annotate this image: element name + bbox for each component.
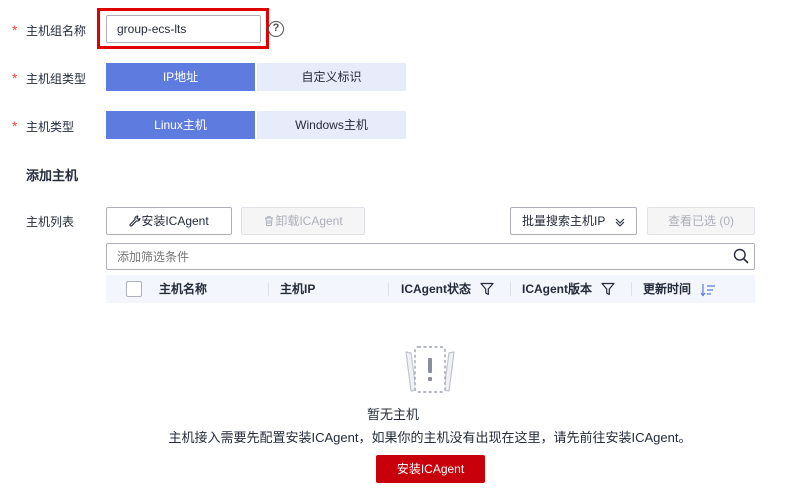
- batch-search-label: 批量搜索主机IP: [522, 214, 606, 228]
- host-type-label: 主机类型: [26, 120, 75, 134]
- uninstall-icagent-label: 卸载ICAgent: [275, 214, 343, 228]
- column-divider: [510, 282, 511, 296]
- host-list-label: 主机列表: [26, 215, 75, 229]
- segment-ip-address[interactable]: IP地址: [106, 63, 255, 91]
- uninstall-icagent-button[interactable]: 卸载ICAgent: [241, 207, 365, 235]
- add-host-title: 添加主机: [26, 168, 79, 183]
- empty-state-title: 暂无主机: [366, 407, 419, 422]
- column-host-name: 主机名称: [159, 282, 208, 296]
- select-all-checkbox[interactable]: [126, 281, 142, 297]
- segment-custom-identifier[interactable]: 自定义标识: [257, 63, 406, 91]
- install-icagent-button[interactable]: 安装ICAgent: [106, 207, 232, 235]
- empty-box-icon: [405, 346, 455, 393]
- required-mark: *: [12, 70, 18, 86]
- search-icon[interactable]: [733, 248, 749, 264]
- column-update-time: 更新时间: [643, 282, 692, 296]
- column-divider: [631, 282, 632, 296]
- column-divider: [388, 282, 389, 296]
- batch-search-host-ip-dropdown[interactable]: 批量搜索主机IP: [510, 207, 637, 235]
- column-icagent-version: ICAgent版本: [522, 282, 592, 296]
- empty-state-message: 主机接入需要先配置安装ICAgent，如果你的主机没有出现在这里，请先前往安装I…: [168, 430, 692, 445]
- filter-icon[interactable]: [601, 282, 615, 296]
- required-mark: *: [12, 118, 18, 134]
- filter-input[interactable]: [106, 243, 755, 270]
- segment-linux-host[interactable]: Linux主机: [106, 111, 255, 139]
- help-icon[interactable]: ?: [268, 21, 284, 37]
- view-selected-button[interactable]: 查看已选 (0): [647, 207, 755, 235]
- chevron-down-icon: [615, 218, 625, 227]
- filter-icon[interactable]: [480, 282, 494, 296]
- trash-icon: [265, 216, 274, 226]
- column-host-ip: 主机IP: [280, 282, 316, 296]
- host-group-name-input[interactable]: [106, 15, 261, 43]
- table-header: 主机名称 主机IP ICAgent状态 ICAgent版本 更新时间: [106, 275, 755, 303]
- host-group-type-label: 主机组类型: [26, 72, 87, 86]
- segment-windows-host[interactable]: Windows主机: [257, 111, 406, 139]
- column-divider: [268, 282, 269, 296]
- sort-icon[interactable]: [700, 283, 716, 297]
- host-group-name-label: 主机组名称: [26, 24, 87, 38]
- wrench-icon: [129, 215, 141, 227]
- install-icagent-label: 安装ICAgent: [141, 214, 209, 228]
- empty-state-install-button[interactable]: 安装ICAgent: [376, 455, 485, 483]
- column-icagent-status: ICAgent状态: [401, 282, 471, 296]
- required-mark: *: [12, 22, 18, 38]
